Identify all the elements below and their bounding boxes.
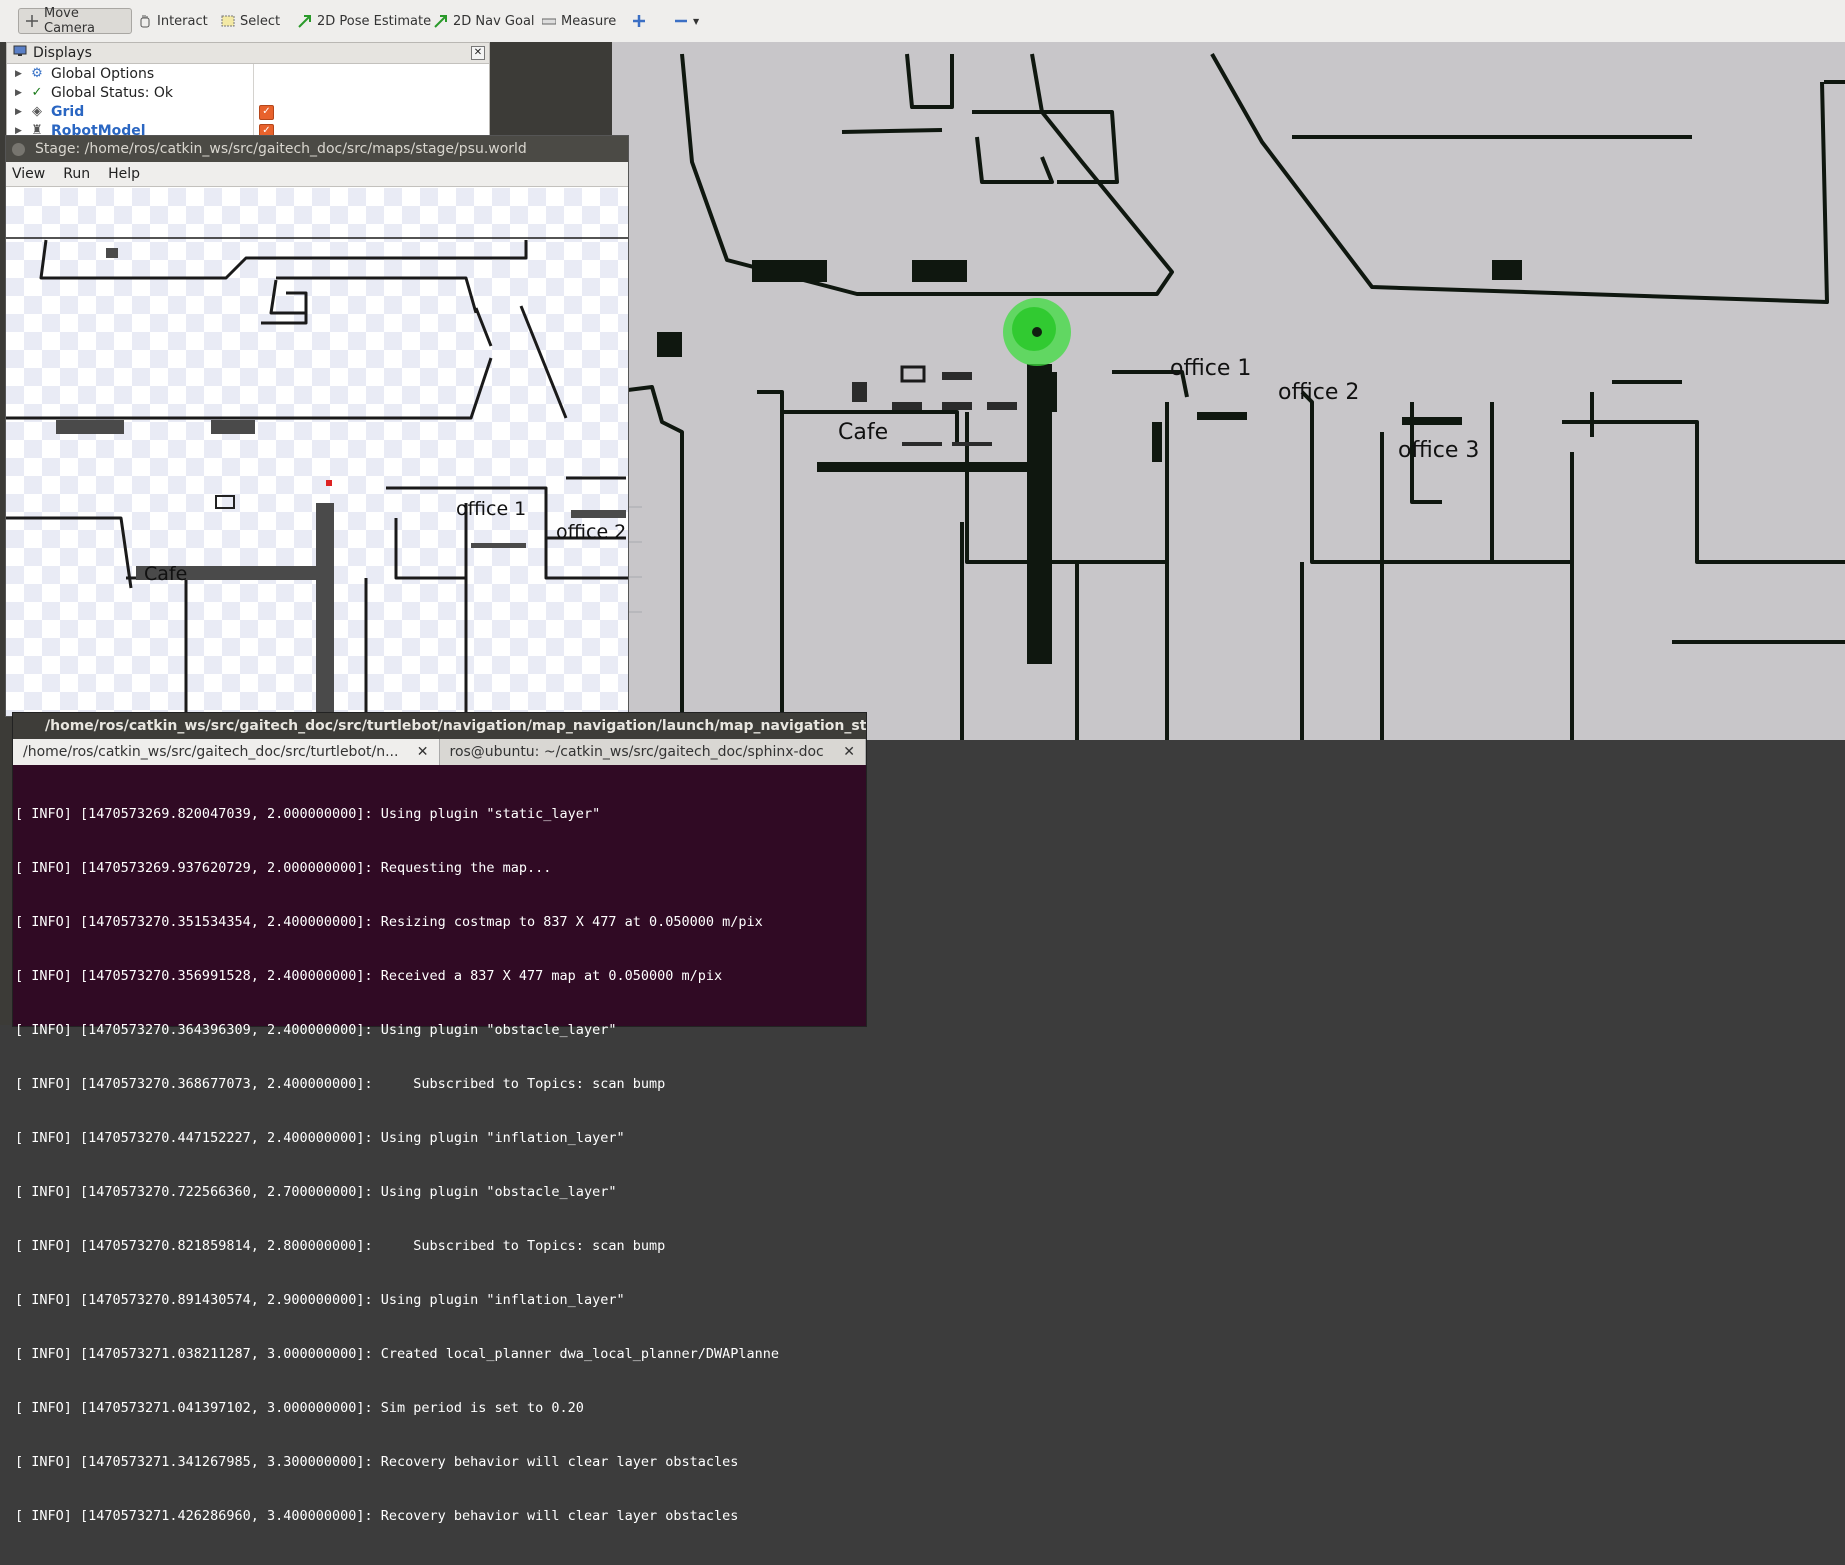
interact-label: Interact — [157, 13, 208, 29]
expand-arrow-icon[interactable]: ▶ — [15, 126, 25, 136]
rviz-map-view[interactable]: Cafe office 1 office 2 office 3 — [612, 42, 1845, 740]
add-tool-button[interactable] — [626, 8, 652, 34]
terminal-line: [ INFO] [1470573270.351534354, 2.4000000… — [15, 914, 763, 930]
close-tab-icon[interactable]: ✕ — [417, 744, 429, 760]
stage-title: Stage: /home/ros/catkin_ws/src/gaitech_d… — [35, 141, 527, 157]
terminal-tab-2[interactable]: ros@ubuntu: ~/catkin_ws/src/gaitech_doc/… — [440, 739, 866, 765]
terminal-line: [ INFO] [1470573269.820047039, 2.0000000… — [15, 806, 601, 822]
move-camera-icon — [25, 14, 39, 28]
stage-titlebar[interactable]: Stage: /home/ros/catkin_ws/src/gaitech_d… — [6, 136, 628, 162]
terminal-tab-1[interactable]: /home/ros/catkin_ws/src/gaitech_doc/src/… — [13, 739, 440, 765]
nav-goal-label: 2D Nav Goal — [453, 13, 535, 29]
tab-label: ros@ubuntu: ~/catkin_ws/src/gaitech_doc/… — [449, 744, 824, 760]
plus-icon — [632, 14, 646, 28]
costmap-canvas — [612, 53, 1845, 740]
particle-cloud — [1003, 298, 1071, 366]
display-item-global-options[interactable]: ▶ ⚙ Global Options — [7, 64, 154, 83]
terminal-line: [ INFO] [1470573271.041397102, 3.0000000… — [15, 1400, 584, 1416]
display-item-label: Grid — [51, 103, 85, 120]
map-label-office-2: office 2 — [1278, 380, 1360, 405]
terminal-line: [ INFO] [1470573269.937620729, 2.0000000… — [15, 860, 552, 876]
terminal-line: [ INFO] [1470573270.891430574, 2.9000000… — [15, 1292, 625, 1308]
grid-checkbox[interactable]: ✓ — [259, 105, 274, 120]
chevron-down-icon: ▼ — [693, 16, 700, 26]
expand-arrow-icon[interactable]: ▶ — [15, 107, 25, 117]
window-menu-icon[interactable] — [12, 142, 25, 156]
expand-arrow-icon[interactable]: ▶ — [15, 88, 25, 98]
stage-map — [6, 237, 628, 716]
terminal-window: /home/ros/catkin_ws/src/gaitech_doc/src/… — [12, 712, 867, 1524]
pose-estimate-tool[interactable]: 2D Pose Estimate — [292, 8, 437, 34]
map-label-office-1: office 1 — [1170, 356, 1252, 381]
stage-canvas[interactable]: Cafe office 1 office 2 — [6, 188, 628, 716]
displays-title: Displays — [33, 45, 92, 61]
hand-icon — [138, 14, 152, 28]
stage-label-office-1: office 1 — [456, 498, 527, 520]
pose-estimate-label: 2D Pose Estimate — [317, 13, 432, 29]
stage-window: Stage: /home/ros/catkin_ws/src/gaitech_d… — [5, 135, 629, 717]
map-label-office-3: office 3 — [1398, 438, 1480, 463]
desktop-background — [865, 740, 1845, 1025]
move-camera-label: Move Camera — [44, 6, 96, 36]
gear-icon: ⚙ — [31, 66, 43, 81]
measure-tool[interactable]: Measure — [536, 8, 622, 34]
terminal-line: [ INFO] [1470573270.821859814, 2.8000000… — [15, 1238, 666, 1254]
terminal-title: /home/ros/catkin_ws/src/gaitech_doc/src/… — [45, 718, 866, 734]
map-label-cafe: Cafe — [838, 420, 889, 445]
terminal-line: [ INFO] [1470573271.038211287, 3.0000000… — [15, 1346, 780, 1362]
terminal-line: [ INFO] [1470573270.722566360, 2.7000000… — [15, 1184, 617, 1200]
stage-label-office-2: office 2 — [556, 521, 627, 543]
terminal-line: [ INFO] [1470573270.447152227, 2.4000000… — [15, 1130, 625, 1146]
terminal-titlebar[interactable]: /home/ros/catkin_ws/src/gaitech_doc/src/… — [13, 713, 866, 739]
display-item-label: Global Status: Ok — [51, 84, 174, 101]
terminal-tabs: /home/ros/catkin_ws/src/gaitech_doc/src/… — [13, 739, 866, 765]
move-camera-tool[interactable]: Move Camera — [18, 6, 132, 36]
nav-goal-tool[interactable]: 2D Nav Goal — [428, 8, 541, 34]
menu-help[interactable]: Help — [108, 166, 140, 182]
monitor-icon — [13, 45, 27, 61]
select-icon — [221, 14, 235, 28]
menu-view[interactable]: View — [12, 166, 45, 182]
terminal-output[interactable]: [ INFO] [1470573269.820047039, 2.0000000… — [13, 765, 866, 1565]
grid-icon: ◈ — [32, 104, 42, 119]
green-arrow-icon — [434, 14, 448, 28]
interact-tool[interactable]: Interact — [132, 8, 214, 34]
menu-run[interactable]: Run — [63, 166, 90, 182]
select-tool[interactable]: Select — [215, 8, 286, 34]
remove-tool-button[interactable]: ▼ — [668, 8, 705, 34]
terminal-line: [ INFO] [1470573270.364396309, 2.4000000… — [15, 1022, 617, 1038]
select-label: Select — [240, 13, 281, 29]
terminal-line: [ INFO] [1470573271.341267985, 3.3000000… — [15, 1454, 739, 1470]
green-arrow-icon — [298, 14, 312, 28]
close-tab-icon[interactable]: ✕ — [843, 744, 855, 760]
stage-menubar: View Run Help — [6, 162, 628, 187]
display-item-label: Global Options — [51, 65, 155, 82]
terminal-line: [ INFO] [1470573271.426286960, 3.4000000… — [15, 1508, 739, 1524]
rviz-toolbar: Move Camera Interact Select 2D Pose Esti… — [0, 0, 1845, 43]
checkmark-icon: ✓ — [31, 85, 43, 100]
display-item-global-status[interactable]: ▶ ✓ Global Status: Ok — [7, 83, 173, 102]
stage-label-cafe: Cafe — [144, 563, 188, 585]
terminal-line: [ INFO] [1470573270.356991528, 2.4000000… — [15, 968, 723, 984]
close-icon[interactable]: ✕ — [471, 46, 485, 60]
displays-header: Displays ✕ — [7, 43, 489, 64]
tab-label: /home/ros/catkin_ws/src/gaitech_doc/src/… — [23, 744, 399, 760]
terminal-line: [ INFO] [1470573270.368677073, 2.4000000… — [15, 1076, 666, 1092]
display-item-grid[interactable]: ▶ ◈ Grid ✓ — [7, 102, 489, 121]
expand-arrow-icon[interactable]: ▶ — [15, 69, 25, 79]
ruler-icon — [541, 14, 557, 28]
minus-icon — [674, 14, 688, 28]
measure-label: Measure — [561, 13, 617, 29]
